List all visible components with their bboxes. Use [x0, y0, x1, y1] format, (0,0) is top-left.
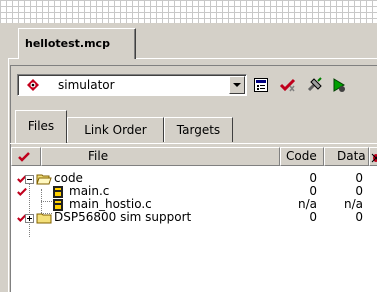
list-item[interactable]: code 0 0	[11, 171, 377, 186]
column-header-data[interactable]: Data	[324, 147, 369, 166]
list-item[interactable]: main.c 0 0	[11, 184, 377, 199]
list-item[interactable]: DSP56800 sim support 0 0	[11, 210, 377, 225]
target-select[interactable]: simulator	[17, 74, 247, 96]
expand-icon[interactable]	[25, 214, 34, 223]
target-select-value: simulator	[58, 78, 115, 92]
editor-background-grid	[0, 0, 377, 23]
column-header-file[interactable]: File	[41, 147, 280, 166]
target-settings-icon[interactable]	[253, 77, 269, 96]
file-name: DSP56800 sim support	[54, 210, 192, 224]
column-header-code-label: Code	[286, 149, 317, 163]
tab-targets[interactable]: Targets	[164, 117, 233, 142]
source-file-icon	[53, 186, 63, 198]
collapse-icon[interactable]	[25, 175, 34, 184]
file-list: File Code Data code 0 0 main.c 0 0 main_…	[11, 147, 377, 292]
project-window-tab[interactable]: hellotest.mcp	[18, 28, 136, 59]
tab-link-order-label: Link Order	[84, 123, 147, 137]
tab-link-order[interactable]: Link Order	[67, 117, 164, 142]
column-header-touch[interactable]	[11, 147, 41, 166]
tab-targets-label: Targets	[176, 123, 221, 137]
target-icon	[26, 78, 40, 95]
folder-icon	[36, 213, 52, 224]
tab-divider	[10, 143, 377, 144]
synchronize-icon[interactable]	[279, 77, 297, 96]
code-size: 0	[309, 210, 317, 224]
data-size: 0	[355, 210, 363, 224]
column-header-debug[interactable]	[369, 147, 377, 166]
tab-files[interactable]: Files	[15, 110, 67, 143]
checkmark-icon	[18, 152, 30, 162]
debug-icon[interactable]	[331, 77, 347, 96]
column-header-file-label: File	[88, 149, 109, 163]
column-header-code[interactable]: Code	[280, 147, 324, 166]
project-title: hellotest.mcp	[25, 37, 110, 50]
checkmark-icon	[17, 187, 27, 196]
folder-open-icon	[36, 174, 52, 185]
make-icon[interactable]	[306, 77, 324, 96]
bug-icon	[371, 153, 377, 163]
file-list-header: File Code Data	[11, 147, 377, 166]
column-header-data-label: Data	[337, 149, 366, 163]
chevron-down-icon[interactable]	[229, 76, 245, 94]
tab-files-label: Files	[27, 119, 55, 133]
